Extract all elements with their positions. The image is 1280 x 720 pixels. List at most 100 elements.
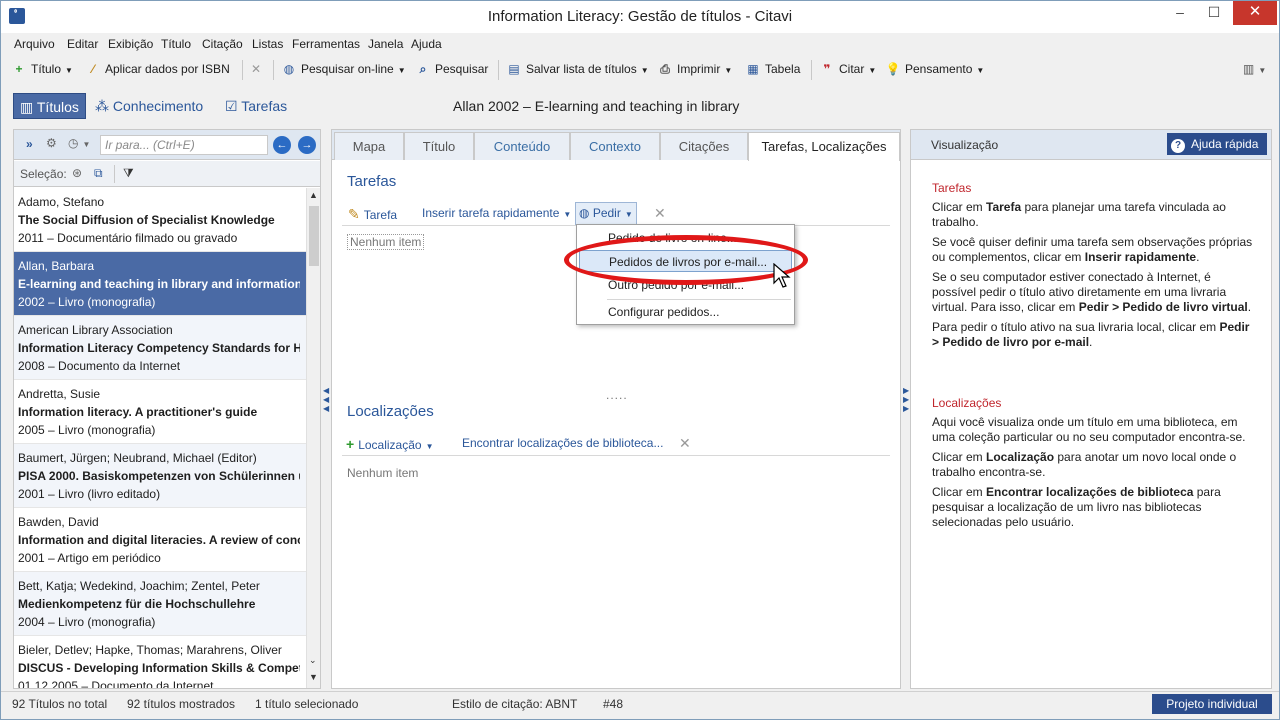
list-item[interactable]: Adamo, Stefano The Social Diffusion of S… xyxy=(14,188,306,252)
list-item[interactable]: Andretta, Susie Information literacy. A … xyxy=(14,380,306,444)
mode-titulos-label: Títulos xyxy=(36,99,79,115)
tab-tarefas-localizacoes[interactable]: Tarefas, Localizações xyxy=(748,132,900,161)
add-location-label: Localização xyxy=(358,438,422,452)
chevron-down-icon: ▼ xyxy=(640,66,649,75)
tab-citacoes[interactable]: Citações xyxy=(660,132,748,160)
thought-button[interactable]: 💡 Pensamento ▼ xyxy=(885,62,985,76)
scroll-down-icon[interactable]: ⌄ xyxy=(309,655,317,666)
mode-tarefas-label: Tarefas xyxy=(241,98,288,114)
menu-item-configure-orders[interactable]: Configurar pedidos... xyxy=(579,301,792,323)
back-arrow-icon[interactable]: ← xyxy=(273,136,291,154)
delete-task-icon[interactable]: ✕ xyxy=(654,205,666,222)
menu-separator xyxy=(607,299,791,300)
mode-conhecimento[interactable]: ⁂ Conhecimento xyxy=(89,93,209,119)
tab-mapa[interactable]: Mapa xyxy=(334,132,404,160)
task-add-icon: ✎ xyxy=(348,206,360,222)
maximize-button[interactable]: ☐ xyxy=(1197,1,1231,25)
forward-arrow-icon[interactable]: → xyxy=(298,136,316,154)
mode-conhecimento-label: Conhecimento xyxy=(112,98,204,114)
current-title: Allan 2002 – E-learning and teaching in … xyxy=(453,98,740,114)
list-item-selected[interactable]: Allan, Barbara E-learning and teaching i… xyxy=(14,252,306,316)
search-button[interactable]: ⌕ Pesquisar xyxy=(415,62,489,77)
close-button[interactable]: ✕ xyxy=(1233,1,1277,25)
editor-tabs: Mapa Título Conteúdo Contexto Citações T… xyxy=(332,130,900,161)
mode-bar: ▥ Títulos ⁂ Conhecimento ☑ Tarefas Allan… xyxy=(1,89,1279,121)
title-list-scrollbar[interactable]: ▲ ⌄ ▼ xyxy=(306,188,320,688)
status-shown: 92 títulos mostrados xyxy=(127,697,236,711)
tab-contexto[interactable]: Contexto xyxy=(570,132,660,160)
section-splitter[interactable]: ..... xyxy=(606,388,628,402)
item-title: The Social Diffusion of Specialist Knowl… xyxy=(18,213,275,227)
item-author: Bieler, Detlev; Hapke, Thomas; Marahrens… xyxy=(18,643,282,657)
goto-search-input[interactable]: Ir para... (Ctrl+E) xyxy=(100,135,268,155)
menu-editar[interactable]: Editar xyxy=(67,37,98,51)
expand-icon[interactable]: » xyxy=(26,137,33,151)
right-splitter-handle[interactable]: ▶ ▶ ▶ xyxy=(903,386,909,430)
list-item[interactable]: Baumert, Jürgen; Neubrand, Michael (Edit… xyxy=(14,444,306,508)
tab-titulo[interactable]: Título xyxy=(404,132,474,160)
history-icon[interactable]: ◷ ▼ xyxy=(68,136,90,150)
item-title: Information Literacy Competency Standard… xyxy=(18,341,300,355)
list-item[interactable]: Bawden, David Information and digital li… xyxy=(14,508,306,572)
add-location-button[interactable]: + Localização ▼ xyxy=(346,436,433,452)
status-citation-style[interactable]: Estilo de citação: ABNT xyxy=(452,697,577,711)
editor-pane: Mapa Título Conteúdo Contexto Citações T… xyxy=(331,129,901,689)
toolbar-separator xyxy=(242,60,243,80)
delete-icon[interactable]: ✕ xyxy=(251,62,261,76)
menu-titulo[interactable]: Título xyxy=(161,37,191,51)
delete-location-icon[interactable]: ✕ xyxy=(679,435,691,452)
cite-button[interactable]: ❞ Citar ▼ xyxy=(819,62,876,76)
list-item[interactable]: American Library Association Information… xyxy=(14,316,306,380)
menu-ajuda[interactable]: Ajuda xyxy=(411,37,442,51)
globe-search-icon: ◍ xyxy=(283,62,295,76)
gear-icon[interactable]: ⚙ xyxy=(46,136,57,150)
chevron-down-icon: ▼ xyxy=(624,210,633,219)
status-bar: 92 Títulos no total 92 títulos mostrados… xyxy=(1,691,1279,719)
scroll-end-icon[interactable]: ▼ xyxy=(309,672,318,682)
order-button[interactable]: ◍ Pedir ▼ xyxy=(575,202,637,225)
mode-tarefas[interactable]: ☑ Tarefas xyxy=(219,93,293,119)
add-task-button[interactable]: ✎ Tarefa xyxy=(348,206,397,223)
layout-icon[interactable]: ▥ ▼ xyxy=(1243,62,1266,76)
minimize-button[interactable]: – xyxy=(1163,1,1197,25)
project-type-badge[interactable]: Projeto individual xyxy=(1152,694,1272,714)
list-item[interactable]: Bett, Katja; Wedekind, Joachim; Zentel, … xyxy=(14,572,306,636)
menu-listas[interactable]: Listas xyxy=(252,37,283,51)
tab-conteudo[interactable]: Conteúdo xyxy=(474,132,570,160)
menu-exibicao[interactable]: Exibição xyxy=(108,37,153,51)
help-text: Clicar em Localização para anotar um nov… xyxy=(932,450,1237,479)
left-splitter-handle[interactable]: ◀ ◀ ◀ xyxy=(323,386,329,430)
mode-titulos[interactable]: ▥ Títulos xyxy=(13,93,86,119)
item-author: American Library Association xyxy=(18,323,173,337)
item-author: Baumert, Jürgen; Neubrand, Michael (Edit… xyxy=(18,451,257,465)
status-number: #48 xyxy=(603,697,624,711)
lightbulb-icon: 💡 xyxy=(885,62,901,76)
online-search-button[interactable]: ◍ Pesquisar on-line ▼ xyxy=(281,62,406,76)
chevron-down-icon: ▼ xyxy=(65,66,73,75)
save-list-button[interactable]: ▤ Salvar lista de títulos ▼ xyxy=(506,62,649,76)
selection-list-icon[interactable]: ⧉ xyxy=(94,166,103,181)
quick-insert-task-button[interactable]: Inserir tarefa rapidamente ▼ xyxy=(422,206,571,220)
cite-label: Citar xyxy=(839,62,865,76)
item-info: 2011 – Documentário filmado ou gravado xyxy=(18,231,238,245)
menu-arquivo[interactable]: Arquivo xyxy=(14,37,55,51)
select-icon[interactable]: ⊛ xyxy=(72,166,82,180)
selection-bar: Seleção: ⊛ ⧉ ⧩ xyxy=(14,161,320,187)
scroll-thumb[interactable] xyxy=(309,206,319,266)
print-button[interactable]: ⎙ Imprimir ▼ xyxy=(657,62,732,77)
item-info: 2005 – Livro (monografia) xyxy=(18,423,156,437)
table-button[interactable]: ▦ Tabela xyxy=(745,62,800,76)
find-library-locations-button[interactable]: Encontrar localizações de biblioteca... xyxy=(462,436,663,450)
menu-ferramentas[interactable]: Ferramentas xyxy=(292,37,360,51)
item-title: Medienkompetenz für die Hochschullehre xyxy=(18,597,256,611)
print-label: Imprimir xyxy=(677,62,721,76)
filter-icon[interactable]: ⧩ xyxy=(123,166,134,181)
printer-icon: ⎙ xyxy=(660,62,670,76)
menu-janela[interactable]: Janela xyxy=(368,37,403,51)
list-item[interactable]: Bieler, Detlev; Hapke, Thomas; Marahrens… xyxy=(14,636,306,688)
isbn-button[interactable]: ⁄ Aplicar dados por ISBN xyxy=(85,62,230,76)
add-title-button[interactable]: + Título ▼ xyxy=(11,62,73,76)
scroll-up-icon[interactable]: ▲ xyxy=(309,190,318,200)
menu-citacao[interactable]: Citação xyxy=(202,37,243,51)
quick-help-button[interactable]: ? Ajuda rápida xyxy=(1167,133,1267,155)
